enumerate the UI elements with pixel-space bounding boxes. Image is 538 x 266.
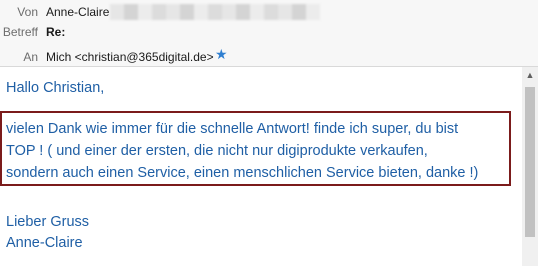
highlight-line: TOP ! ( und einer der ersten, die nicht … (6, 143, 428, 159)
from-name[interactable]: Anne-Claire (46, 2, 109, 22)
to-row: An Mich <christian@365digital.de> (0, 47, 538, 67)
signature-line: Anne-Claire (6, 235, 83, 251)
greeting-line: Hallo Christian, (6, 80, 105, 96)
from-label: Von (17, 5, 38, 19)
message-header: Von Anne-Claire Betreff Re: An Mich <chr… (0, 0, 538, 67)
message-body: Hallo Christian, vielen Dank wie immer f… (0, 67, 522, 266)
star-icon[interactable]: ★ (215, 47, 229, 61)
highlight-line: sondern auch einen Service, einen mensch… (6, 165, 479, 181)
to-label: An (23, 50, 38, 64)
highlight-line: vielen Dank wie immer für die schnelle A… (6, 121, 459, 137)
subject-value: Re: (46, 25, 66, 39)
email-viewer: Von Anne-Claire Betreff Re: An Mich <chr… (0, 0, 538, 266)
subject-row: Betreff Re: (0, 22, 538, 42)
closing-line: Lieber Gruss (6, 214, 90, 230)
to-recipient[interactable]: Mich <christian@365digital.de> (46, 47, 214, 67)
vertical-scrollbar[interactable]: ▲ (522, 67, 538, 266)
redacted-email-address (110, 4, 320, 20)
subject-label: Betreff (2, 25, 38, 39)
scroll-up-arrow-icon[interactable]: ▲ (522, 67, 538, 83)
scrollbar-thumb[interactable] (525, 87, 535, 237)
